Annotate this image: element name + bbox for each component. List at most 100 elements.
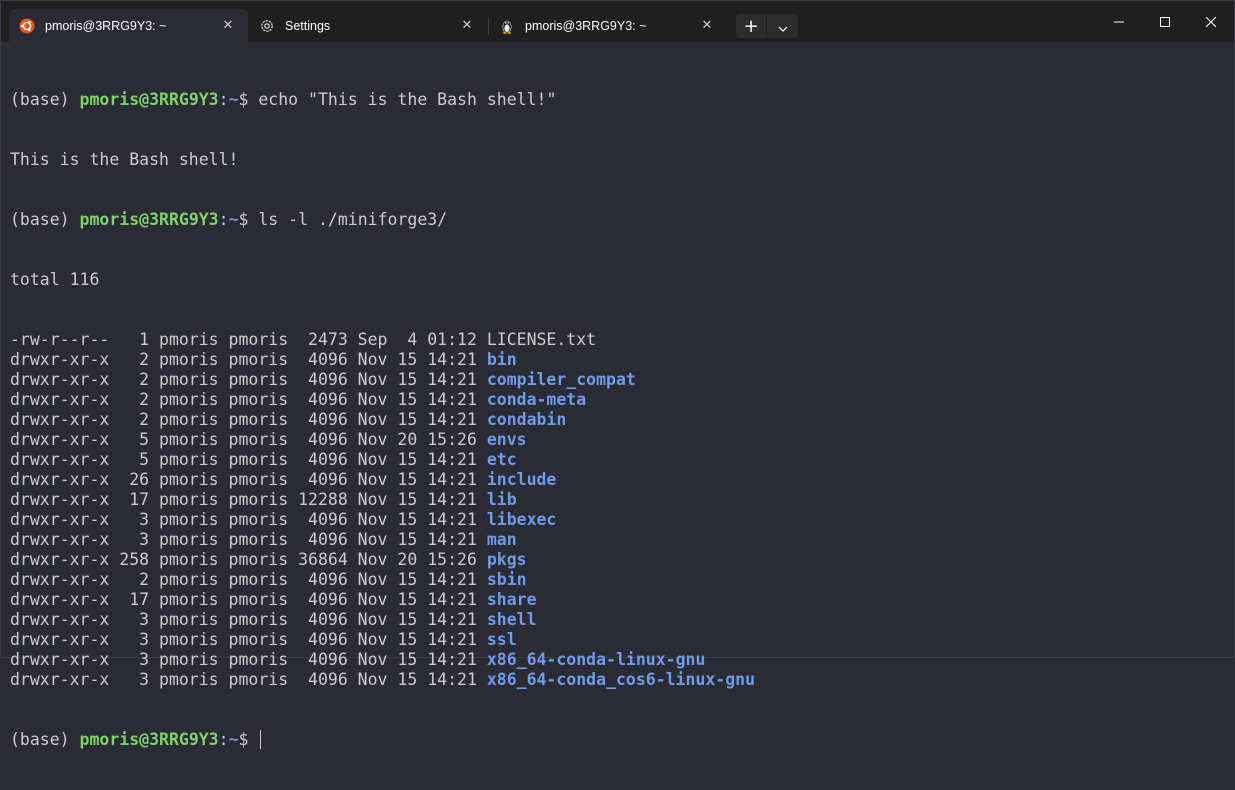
listing-meta: drwxr-xr-x 258 pmoris pmoris 36864 Nov 2…	[10, 550, 487, 569]
prompt-path: ~	[228, 90, 239, 109]
output-line: total 116	[10, 270, 100, 289]
terminal-window: pmoris@3RRG9Y3: ~ ✕ Settings ✕ pmoris@3R…	[0, 0, 1235, 749]
listing-meta: drwxr-xr-x 5 pmoris pmoris 4096 Nov 20 1…	[10, 430, 487, 449]
listing-row: drwxr-xr-x 3 pmoris pmoris 4096 Nov 15 1…	[10, 670, 1226, 690]
prompt-colon: :	[218, 210, 229, 229]
conda-env-label: (base)	[10, 210, 80, 229]
listing-meta: -rw-r--r-- 1 pmoris pmoris 2473 Sep 4 01…	[10, 330, 487, 349]
prompt-symbol: $	[238, 730, 259, 749]
listing-meta: drwxr-xr-x 2 pmoris pmoris 4096 Nov 15 1…	[10, 570, 487, 589]
listing-row: drwxr-xr-x 17 pmoris pmoris 12288 Nov 15…	[10, 490, 1226, 510]
directory-name: man	[486, 530, 517, 549]
prompt-colon: :	[218, 730, 229, 749]
directory-name: pkgs	[486, 550, 527, 569]
directory-name: compiler_compat	[486, 370, 636, 389]
maximize-button[interactable]	[1142, 1, 1188, 41]
new-tab-group: +	[736, 14, 798, 38]
listing-row: drwxr-xr-x 2 pmoris pmoris 4096 Nov 15 1…	[10, 370, 1226, 390]
output-line: This is the Bash shell!	[10, 150, 239, 169]
listing-row: drwxr-xr-x 17 pmoris pmoris 4096 Nov 15 …	[10, 590, 1226, 610]
listing-row: drwxr-xr-x 3 pmoris pmoris 4096 Nov 15 1…	[10, 610, 1226, 630]
minimize-icon	[1114, 12, 1124, 31]
listing-row: drwxr-xr-x 3 pmoris pmoris 4096 Nov 15 1…	[10, 510, 1226, 530]
directory-name: x86_64-conda_cos6-linux-gnu	[486, 670, 756, 689]
listing-row: drwxr-xr-x 3 pmoris pmoris 4096 Nov 15 1…	[10, 630, 1226, 650]
tab-linux[interactable]: pmoris@3RRG9Y3: ~ ✕	[489, 9, 727, 42]
listing-row: drwxr-xr-x 2 pmoris pmoris 4096 Nov 15 1…	[10, 570, 1226, 590]
ubuntu-icon	[19, 18, 35, 34]
close-icon	[1205, 12, 1217, 31]
chevron-down-icon	[778, 17, 788, 36]
listing-meta: drwxr-xr-x 3 pmoris pmoris 4096 Nov 15 1…	[10, 510, 487, 529]
directory-name: sbin	[486, 570, 527, 589]
listing-meta: drwxr-xr-x 3 pmoris pmoris 4096 Nov 15 1…	[10, 630, 487, 649]
listing-row: drwxr-xr-x 5 pmoris pmoris 4096 Nov 15 1…	[10, 450, 1226, 470]
directory-listing: -rw-r--r-- 1 pmoris pmoris 2473 Sep 4 01…	[10, 330, 1226, 690]
listing-meta: drwxr-xr-x 26 pmoris pmoris 4096 Nov 15 …	[10, 470, 487, 489]
new-tab-button[interactable]: +	[736, 14, 766, 38]
listing-row: drwxr-xr-x 258 pmoris pmoris 36864 Nov 2…	[10, 550, 1226, 570]
directory-name: shell	[486, 610, 537, 629]
terminal-output[interactable]: (base) pmoris@3RRG9Y3:~$ echo "This is t…	[10, 50, 1226, 749]
command-text: echo "This is the Bash shell!"	[258, 90, 557, 109]
maximize-icon	[1160, 12, 1170, 31]
listing-row: drwxr-xr-x 5 pmoris pmoris 4096 Nov 20 1…	[10, 430, 1226, 450]
directory-name: include	[486, 470, 557, 489]
directory-name: x86_64-conda-linux-gnu	[486, 650, 706, 669]
directory-name: conda-meta	[486, 390, 587, 409]
directory-name: share	[486, 590, 537, 609]
listing-meta: drwxr-xr-x 2 pmoris pmoris 4096 Nov 15 1…	[10, 410, 487, 429]
listing-meta: drwxr-xr-x 3 pmoris pmoris 4096 Nov 15 1…	[10, 610, 487, 629]
tab-ubuntu[interactable]: pmoris@3RRG9Y3: ~ ✕	[9, 9, 248, 42]
conda-env-label: (base)	[10, 90, 80, 109]
listing-row: drwxr-xr-x 3 pmoris pmoris 4096 Nov 15 1…	[10, 530, 1226, 550]
close-tab-button[interactable]: ✕	[693, 14, 721, 38]
prompt-path: ~	[228, 210, 239, 229]
linux-penguin-icon	[499, 18, 515, 34]
close-tab-button[interactable]: ✕	[453, 14, 481, 38]
prompt-line: (base) pmoris@3RRG9Y3:~$ ls -l ./minifor…	[10, 210, 1226, 230]
tab-settings[interactable]: Settings ✕	[249, 9, 487, 42]
directory-name: etc	[486, 450, 517, 469]
prompt-user: pmoris@3RRG9Y3	[79, 730, 219, 749]
prompt-colon: :	[218, 90, 229, 109]
tab-label: pmoris@3RRG9Y3: ~	[45, 18, 167, 33]
listing-meta: drwxr-xr-x 5 pmoris pmoris 4096 Nov 15 1…	[10, 450, 487, 469]
directory-name: bin	[486, 350, 517, 369]
listing-row: drwxr-xr-x 2 pmoris pmoris 4096 Nov 15 1…	[10, 350, 1226, 370]
prompt-symbol: $	[238, 90, 259, 109]
close-tab-button[interactable]: ✕	[214, 14, 242, 38]
listing-meta: drwxr-xr-x 17 pmoris pmoris 12288 Nov 15…	[10, 490, 487, 509]
listing-meta: drwxr-xr-x 17 pmoris pmoris 4096 Nov 15 …	[10, 590, 487, 609]
listing-row: drwxr-xr-x 2 pmoris pmoris 4096 Nov 15 1…	[10, 390, 1226, 410]
prompt-user: pmoris@3RRG9Y3	[79, 210, 219, 229]
prompt-user: pmoris@3RRG9Y3	[79, 90, 219, 109]
minimize-button[interactable]	[1096, 1, 1142, 41]
tab-dropdown-button[interactable]	[766, 14, 798, 38]
conda-env-label: (base)	[10, 730, 80, 749]
listing-row: drwxr-xr-x 2 pmoris pmoris 4096 Nov 15 1…	[10, 410, 1226, 430]
command-text: ls -l ./miniforge3/	[258, 210, 448, 229]
listing-meta: drwxr-xr-x 2 pmoris pmoris 4096 Nov 15 1…	[10, 370, 487, 389]
listing-meta: drwxr-xr-x 2 pmoris pmoris 4096 Nov 15 1…	[10, 350, 487, 369]
directory-name: condabin	[486, 410, 567, 429]
close-window-button[interactable]	[1188, 1, 1234, 41]
prompt-path: ~	[228, 730, 239, 749]
tab-label: Settings	[285, 18, 331, 33]
title-bar[interactable]: pmoris@3RRG9Y3: ~ ✕ Settings ✕ pmoris@3R…	[1, 1, 1234, 42]
listing-row: drwxr-xr-x 3 pmoris pmoris 4096 Nov 15 1…	[10, 650, 1226, 670]
directory-name: envs	[486, 430, 527, 449]
file-name: LICENSE.txt	[486, 330, 597, 349]
listing-meta: drwxr-xr-x 3 pmoris pmoris 4096 Nov 15 1…	[10, 670, 487, 689]
listing-meta: drwxr-xr-x 3 pmoris pmoris 4096 Nov 15 1…	[10, 530, 487, 549]
listing-row: drwxr-xr-x 26 pmoris pmoris 4096 Nov 15 …	[10, 470, 1226, 490]
prompt-symbol: $	[238, 210, 259, 229]
prompt-line: (base) pmoris@3RRG9Y3:~$ echo "This is t…	[10, 90, 1226, 110]
directory-name: libexec	[486, 510, 557, 529]
tab-label: pmoris@3RRG9Y3: ~	[525, 18, 647, 33]
gear-icon	[259, 18, 275, 34]
directory-name: lib	[486, 490, 517, 509]
listing-row: -rw-r--r-- 1 pmoris pmoris 2473 Sep 4 01…	[10, 330, 1226, 350]
directory-name: ssl	[486, 630, 517, 649]
listing-meta: drwxr-xr-x 3 pmoris pmoris 4096 Nov 15 1…	[10, 650, 487, 669]
